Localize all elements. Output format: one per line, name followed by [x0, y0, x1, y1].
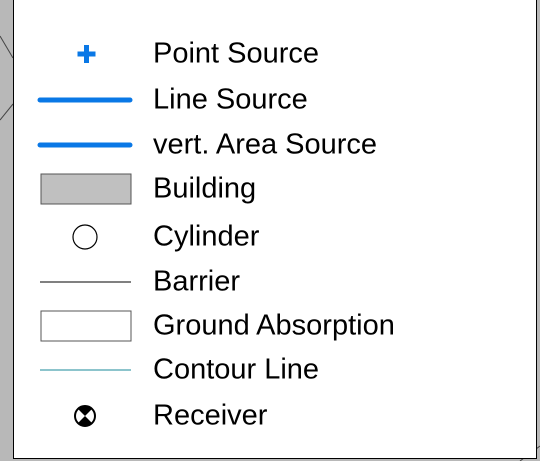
legend-label: Line Source	[153, 83, 308, 116]
background-line	[0, 35, 14, 59]
legend-label: vert. Area Source	[153, 128, 378, 161]
legend-item-cylinder: Cylinder	[14, 217, 534, 257]
legend-item-point-source: Point Source	[14, 34, 534, 74]
barrier-icon	[40, 281, 131, 283]
legend-item-ground-absorption: Ground Absorption	[14, 306, 534, 346]
receiver-icon	[74, 405, 96, 427]
legend-label: Ground Absorption	[153, 309, 395, 342]
legend-label: Cylinder	[153, 220, 260, 253]
map-canvas: Point Source Line Source vert. Area Sour…	[0, 0, 540, 461]
legend-label: Building	[153, 172, 257, 205]
legend-label: Contour Line	[153, 353, 320, 386]
point-source-icon	[77, 45, 96, 63]
vert-area-source-icon	[37, 142, 133, 148]
legend-item-vert-area-source: vert. Area Source	[14, 125, 534, 165]
contour-line-icon	[40, 369, 131, 371]
legend-item-line-source: Line Source	[14, 80, 534, 120]
line-source-icon	[37, 97, 133, 103]
background-line	[0, 103, 14, 121]
legend-item-contour-line: Contour Line	[14, 350, 534, 390]
legend-item-barrier: Barrier	[14, 262, 534, 302]
ground-absorption-icon	[40, 310, 132, 342]
building-icon	[40, 173, 132, 205]
legend-panel: Point Source Line Source vert. Area Sour…	[13, 0, 537, 459]
legend-item-receiver: Receiver	[14, 396, 534, 436]
cylinder-icon	[72, 224, 98, 250]
legend-label: Point Source	[153, 37, 320, 70]
legend-item-building: Building	[14, 169, 534, 209]
legend-label: Receiver	[153, 399, 268, 432]
legend-label: Barrier	[153, 265, 241, 298]
